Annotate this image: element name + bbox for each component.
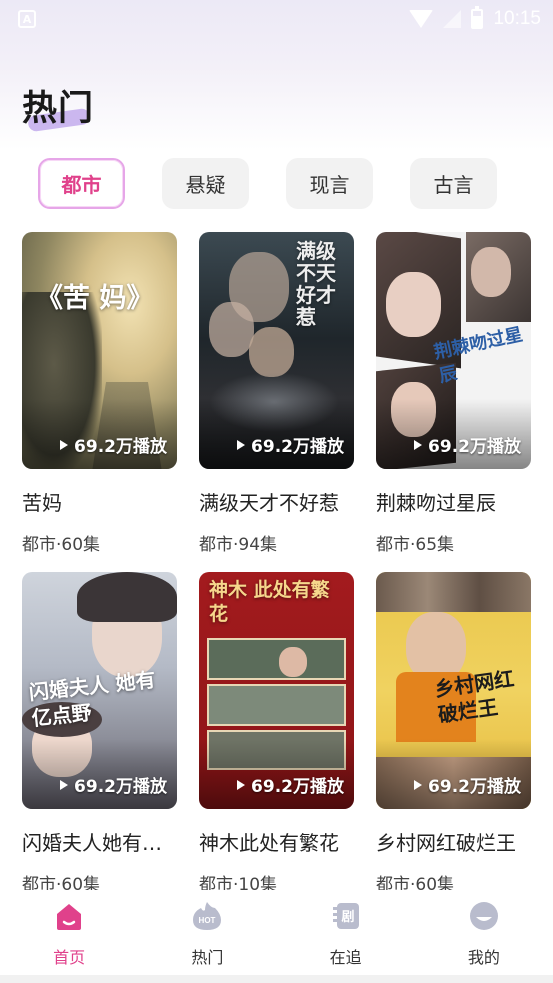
signal-icon	[443, 10, 462, 28]
drama-title[interactable]: 闪婚夫人她有亿点野	[22, 827, 177, 856]
drama-title[interactable]: 乡村网红破烂王	[376, 827, 531, 856]
wifi-icon	[409, 10, 434, 28]
drama-meta: 都市·65集	[376, 535, 455, 555]
drama-title[interactable]: 满级天才不好惹	[199, 487, 354, 516]
nav-mine[interactable]: 我的	[434, 900, 534, 968]
play-icon	[60, 779, 69, 790]
hot-icon: HOT	[191, 900, 223, 932]
profile-icon	[468, 900, 500, 932]
drama-grid: 《苦 妈》 69.2万播放 苦妈 都市·60集 满级不天好才惹 69.2万播放	[22, 232, 532, 912]
nav-label: 首页	[53, 948, 86, 967]
drama-poster[interactable]: 满级不天好才惹 69.2万播放	[199, 232, 354, 469]
drama-poster[interactable]: 闪婚夫人 她有亿点野 69.2万播放	[22, 572, 177, 809]
tab-guyan[interactable]: 古言	[410, 158, 497, 209]
play-icon	[414, 439, 423, 450]
app-notification-icon: A	[18, 10, 36, 28]
drama-card[interactable]: 满级不天好才惹 69.2万播放 满级天才不好惹 都市·94集	[199, 232, 354, 572]
nav-hot[interactable]: HOT 热门	[157, 900, 257, 968]
status-bar: A 10:15	[0, 0, 553, 38]
poster-title-text: 神木 此处有繁花	[209, 579, 330, 625]
category-tabs: 都市 悬疑 现言 古言	[38, 158, 497, 209]
poster-title-text: 满级不天好才惹	[296, 239, 336, 329]
page-header: 热门	[22, 80, 95, 133]
drama-poster[interactable]: 乡村网红 破烂王 69.2万播放	[376, 572, 531, 809]
drama-title[interactable]: 苦妈	[22, 487, 177, 516]
drama-card[interactable]: 荆棘吻过星辰 69.2万播放 荆棘吻过星辰 都市·65集	[376, 232, 531, 572]
play-icon	[237, 779, 246, 790]
drama-icon: 剧	[330, 900, 362, 932]
play-count: 69.2万播放	[60, 772, 167, 797]
home-icon	[53, 900, 85, 932]
drama-poster[interactable]: 荆棘吻过星辰 69.2万播放	[376, 232, 531, 469]
battery-icon	[471, 6, 484, 29]
tab-xuanyi[interactable]: 悬疑	[162, 158, 249, 209]
play-count: 69.2万播放	[60, 432, 167, 457]
drama-card[interactable]: 《苦 妈》 69.2万播放 苦妈 都市·60集	[22, 232, 177, 572]
play-count: 69.2万播放	[237, 772, 344, 797]
drama-title[interactable]: 神木此处有繁花	[199, 827, 354, 856]
drama-card[interactable]: 神木 此处有繁花 69.2万播放 神木此处有繁花 都市·10集	[199, 572, 354, 912]
tab-dushi[interactable]: 都市	[38, 158, 125, 209]
drama-poster[interactable]: 神木 此处有繁花 69.2万播放	[199, 572, 354, 809]
play-count: 69.2万播放	[237, 432, 344, 457]
play-count: 69.2万播放	[414, 432, 521, 457]
drama-card[interactable]: 乡村网红 破烂王 69.2万播放 乡村网红破烂王 都市·60集	[376, 572, 531, 912]
status-time: 10:15	[493, 8, 541, 29]
tab-xianyan[interactable]: 现言	[286, 158, 373, 209]
drama-meta: 都市·94集	[199, 535, 278, 555]
system-nav-strip	[0, 975, 553, 983]
play-icon	[60, 439, 69, 450]
poster-title-text: 《苦 妈》	[36, 283, 154, 314]
page-title: 热门	[22, 89, 95, 129]
bottom-navigation: 首页 HOT 热门 剧 在追 我的	[0, 890, 553, 975]
drama-meta: 都市·60集	[22, 535, 101, 555]
play-count: 69.2万播放	[414, 772, 521, 797]
drama-card[interactable]: 闪婚夫人 她有亿点野 69.2万播放 闪婚夫人她有亿点野 都市·60集	[22, 572, 177, 912]
nav-label: 热门	[191, 948, 224, 967]
drama-title[interactable]: 荆棘吻过星辰	[376, 487, 531, 516]
play-icon	[237, 439, 246, 450]
play-icon	[414, 779, 423, 790]
nav-home[interactable]: 首页	[19, 900, 119, 968]
nav-following[interactable]: 剧 在追	[296, 900, 396, 968]
nav-label: 在追	[329, 948, 362, 967]
nav-label: 我的	[467, 948, 500, 967]
svg-text:剧: 剧	[341, 909, 354, 925]
drama-poster[interactable]: 《苦 妈》 69.2万播放	[22, 232, 177, 469]
svg-text:HOT: HOT	[199, 916, 216, 925]
